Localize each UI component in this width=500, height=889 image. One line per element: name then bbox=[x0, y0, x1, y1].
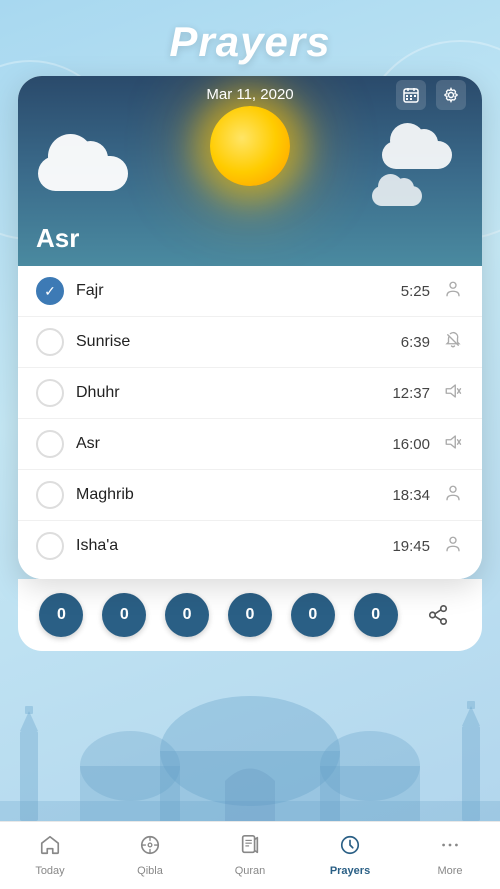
nav-label-quran: Quran bbox=[235, 865, 266, 877]
compass-icon bbox=[139, 834, 161, 862]
prayer-name-maghrib: Maghrib bbox=[76, 486, 385, 504]
tasbih-share-button[interactable] bbox=[416, 593, 460, 637]
nav-label-more: More bbox=[437, 865, 462, 877]
prayer-check-sunrise[interactable] bbox=[36, 328, 64, 356]
prayer-check-fajr[interactable]: ✓ bbox=[36, 277, 64, 305]
current-prayer-name: Asr bbox=[36, 223, 79, 254]
prayer-row-isha'a: Isha'a19:45 bbox=[18, 521, 482, 571]
prayer-name-isha'a: Isha'a bbox=[76, 537, 385, 555]
calendar-button[interactable] bbox=[396, 80, 426, 110]
prayer-row-sunrise: Sunrise6:39 bbox=[18, 317, 482, 368]
main-card: Mar 11, 2020 bbox=[18, 76, 482, 579]
prayer-name-dhuhr: Dhuhr bbox=[76, 384, 385, 402]
dots-icon bbox=[439, 834, 461, 862]
cloud-left bbox=[38, 156, 128, 191]
header-top-bar: Mar 11, 2020 bbox=[18, 76, 482, 113]
nav-label-prayers: Prayers bbox=[330, 865, 370, 877]
home-icon bbox=[39, 834, 61, 862]
prayer-time-dhuhr: 12:37 bbox=[385, 385, 430, 402]
nav-item-quran[interactable]: Quran bbox=[200, 828, 300, 883]
prayer-row-fajr: ✓ Fajr5:25 bbox=[18, 266, 482, 317]
prayer-sound-fajr[interactable] bbox=[442, 280, 464, 303]
tasbih-counter-1[interactable]: 0 bbox=[102, 593, 146, 637]
card-header: Mar 11, 2020 bbox=[18, 76, 482, 266]
prayer-check-maghrib[interactable] bbox=[36, 481, 64, 509]
prayer-row-dhuhr: Dhuhr12:37 bbox=[18, 368, 482, 419]
tasbih-counter-5[interactable]: 0 bbox=[354, 593, 398, 637]
prayer-row-asr: Asr16:00 bbox=[18, 419, 482, 470]
prayer-name-sunrise: Sunrise bbox=[76, 333, 385, 351]
prayer-sound-sunrise[interactable] bbox=[442, 331, 464, 354]
prayer-check-dhuhr[interactable] bbox=[36, 379, 64, 407]
book-icon bbox=[239, 834, 261, 862]
nav-item-qibla[interactable]: Qibla bbox=[100, 828, 200, 883]
prayer-sound-asr[interactable] bbox=[442, 433, 464, 456]
prayer-time-fajr: 5:25 bbox=[385, 283, 430, 300]
prayer-sound-maghrib[interactable] bbox=[442, 484, 464, 507]
prayer-list: ✓ Fajr5:25 Sunrise6:39 Dhuhr12:37 Asr16:0… bbox=[18, 266, 482, 579]
prayer-sound-dhuhr[interactable] bbox=[442, 382, 464, 405]
prayer-sound-isha'a[interactable] bbox=[442, 535, 464, 558]
nav-item-prayers[interactable]: Prayers bbox=[300, 828, 400, 883]
mosque-silhouette bbox=[0, 691, 500, 821]
nav-label-today: Today bbox=[35, 865, 64, 877]
prayer-check-asr[interactable] bbox=[36, 430, 64, 458]
prayer-time-isha'a: 19:45 bbox=[385, 538, 430, 555]
prayer-check-isha'a[interactable] bbox=[36, 532, 64, 560]
tasbih-counter-4[interactable]: 0 bbox=[291, 593, 335, 637]
tasbih-counter-0[interactable]: 0 bbox=[39, 593, 83, 637]
bottom-nav: Today Qibla Quran Prayers More bbox=[0, 821, 500, 889]
prayer-row-maghrib: Maghrib18:34 bbox=[18, 470, 482, 521]
tasbih-counter-3[interactable]: 0 bbox=[228, 593, 272, 637]
sun-decoration bbox=[210, 106, 290, 186]
clock-icon bbox=[339, 834, 361, 862]
tasbih-counter-2[interactable]: 0 bbox=[165, 593, 209, 637]
cloud-right bbox=[382, 141, 452, 169]
prayer-name-fajr: Fajr bbox=[76, 282, 385, 300]
prayer-time-asr: 16:00 bbox=[385, 436, 430, 453]
nav-label-qibla: Qibla bbox=[137, 865, 163, 877]
page-title: Prayers bbox=[0, 0, 500, 76]
prayer-name-asr: Asr bbox=[76, 435, 385, 453]
settings-button[interactable] bbox=[436, 80, 466, 110]
nav-item-more[interactable]: More bbox=[400, 828, 500, 883]
tasbih-row: 000000 bbox=[18, 579, 482, 651]
cloud-small bbox=[372, 186, 422, 206]
nav-item-today[interactable]: Today bbox=[0, 828, 100, 883]
header-icon-group bbox=[396, 80, 466, 110]
prayer-time-maghrib: 18:34 bbox=[385, 487, 430, 504]
prayer-time-sunrise: 6:39 bbox=[385, 334, 430, 351]
